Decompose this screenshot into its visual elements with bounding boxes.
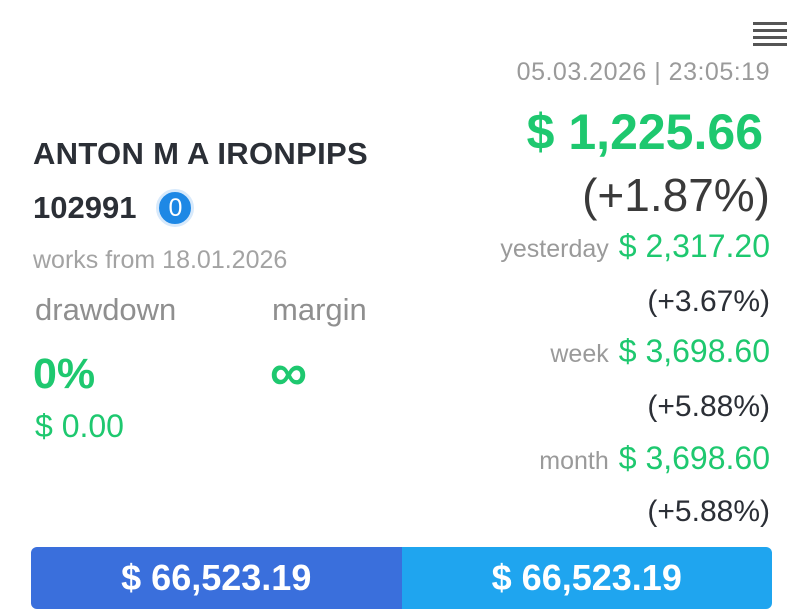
week-percent: (+5.88%) [647,390,770,423]
hamburger-menu-icon[interactable] [753,20,789,46]
month-row: month $ 3,698.60 [539,440,770,477]
footer-bar: $ 66,523.19 $ 66,523.19 [31,547,772,609]
works-from: works from 18.01.2026 [33,246,288,274]
margin-value: ∞ [270,344,308,402]
footer-right-button[interactable]: $ 66,523.19 [401,547,772,609]
month-value: $ 3,698.60 [618,440,770,476]
account-id: 102991 [33,190,137,225]
month-label: month [539,447,609,475]
account-name: ANTON M A IRONPIPS [33,136,368,171]
account-id-row: 102991 0 [33,189,195,227]
balance-percent: (+1.87%) [582,169,770,221]
week-label: week [550,340,609,368]
drawdown-value: 0% [33,350,96,398]
balance-value: $ 1,225.66 [526,104,763,160]
yesterday-label: yesterday [500,235,609,263]
drawdown-label: drawdown [35,292,177,327]
drawdown-amount: $ 0.00 [35,408,124,444]
datetime: 05.03.2026 | 23:05:19 [516,58,770,86]
yesterday-percent: (+3.67%) [647,285,770,318]
week-value: $ 3,698.60 [618,333,770,369]
yesterday-row: yesterday $ 2,317.20 [500,228,770,265]
week-row: week $ 3,698.60 [550,333,770,370]
margin-label: margin [272,292,367,327]
account-badge[interactable]: 0 [156,189,195,227]
month-percent: (+5.88%) [647,495,770,528]
yesterday-value: $ 2,317.20 [618,228,770,264]
footer-left-button[interactable]: $ 66,523.19 [31,547,402,609]
